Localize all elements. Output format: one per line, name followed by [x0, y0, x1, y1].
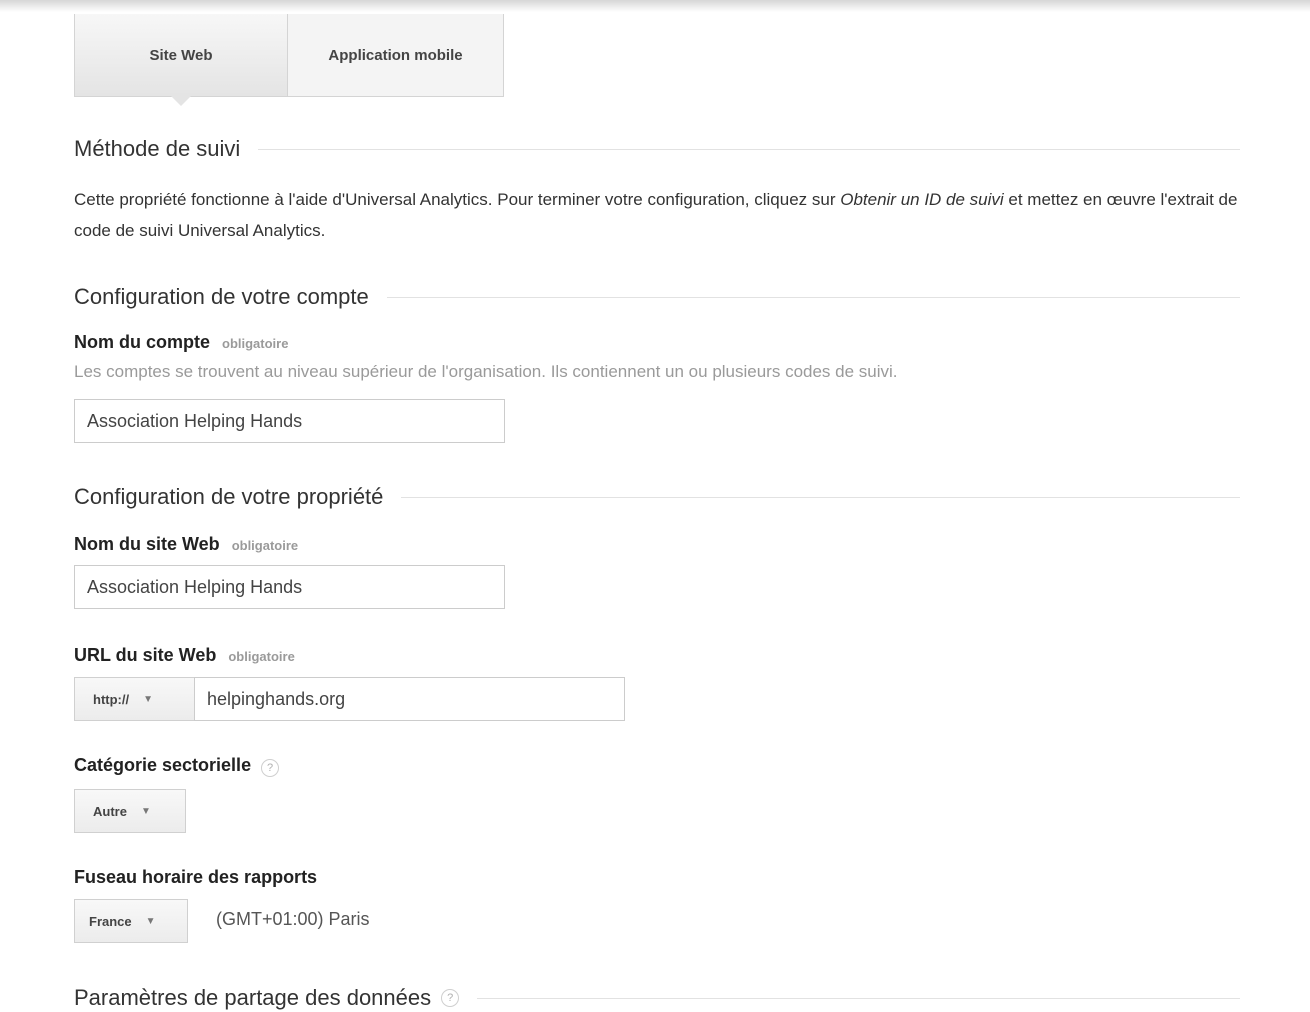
- account-name-hint: Les comptes se trouvent au niveau supéri…: [74, 362, 898, 381]
- site-url-label-text: URL du site Web: [74, 645, 217, 665]
- industry-value: Autre: [93, 803, 127, 819]
- help-icon[interactable]: ?: [261, 759, 280, 777]
- tracking-method-title: Méthode de suivi: [74, 136, 241, 161]
- tracking-method-heading: Méthode de suivi: [74, 136, 1240, 162]
- property-setup-title: Configuration de votre propriété: [74, 484, 384, 509]
- data-sharing-heading: Paramètres de partage des données ?: [74, 985, 1240, 1011]
- chevron-down-icon: ▼: [143, 693, 153, 705]
- timezone-label: Fuseau horaire des rapports: [74, 867, 317, 888]
- timezone-country-value: France: [89, 913, 132, 929]
- industry-label: Catégorie sectorielle ?: [74, 755, 280, 777]
- site-url-input[interactable]: [194, 677, 625, 721]
- industry-label-text: Catégorie sectorielle: [74, 755, 252, 775]
- divider: [401, 496, 1240, 498]
- top-shadow: [0, 0, 1310, 12]
- account-setup-title: Configuration de votre compte: [74, 284, 369, 309]
- account-setup-heading: Configuration de votre compte: [74, 284, 1240, 310]
- data-sharing-title: Paramètres de partage des données: [74, 985, 432, 1010]
- get-tracking-id-ref: Obtenir un ID de suivi: [840, 190, 1004, 209]
- site-name-label: Nom du site Web obligatoire: [74, 534, 298, 555]
- help-icon[interactable]: ?: [441, 989, 460, 1007]
- tracking-method-text-1: Cette propriété fonctionne à l'aide d'Un…: [74, 190, 841, 209]
- platform-tabs: Site Web Application mobile: [74, 14, 504, 106]
- divider: [386, 296, 1240, 298]
- chevron-down-icon: ▼: [145, 915, 156, 927]
- site-url-label: URL du site Web obligatoire: [74, 645, 295, 666]
- property-setup-heading: Configuration de votre propriété: [74, 484, 1240, 510]
- account-name-label-text: Nom du compte: [74, 332, 211, 352]
- protocol-value: http://: [93, 691, 130, 707]
- divider: [258, 148, 1240, 150]
- required-badge: obligatoire: [228, 649, 295, 664]
- protocol-dropdown[interactable]: http:// ▼: [74, 677, 195, 721]
- chevron-down-icon: ▼: [140, 805, 151, 817]
- timezone-label-text: Fuseau horaire des rapports: [74, 867, 318, 887]
- account-name-input[interactable]: [74, 399, 505, 443]
- required-badge: obligatoire: [231, 538, 299, 553]
- account-name-label: Nom du compte obligatoire: [74, 332, 288, 353]
- tab-mobile-app-label: Application mobile: [328, 46, 463, 64]
- industry-dropdown[interactable]: Autre ▼: [74, 789, 186, 833]
- tab-website[interactable]: Site Web: [75, 14, 288, 106]
- divider: [477, 997, 1240, 999]
- site-name-label-text: Nom du site Web: [74, 534, 220, 554]
- tab-website-label: Site Web: [149, 46, 213, 64]
- tracking-method-description: Cette propriété fonctionne à l'aide d'Un…: [74, 184, 1240, 246]
- tab-mobile-app[interactable]: Application mobile: [288, 14, 503, 96]
- required-badge: obligatoire: [222, 336, 289, 351]
- timezone-value: (GMT+01:00) Paris: [216, 909, 370, 929]
- site-name-input[interactable]: [74, 565, 505, 609]
- timezone-country-dropdown[interactable]: France ▼: [74, 899, 188, 943]
